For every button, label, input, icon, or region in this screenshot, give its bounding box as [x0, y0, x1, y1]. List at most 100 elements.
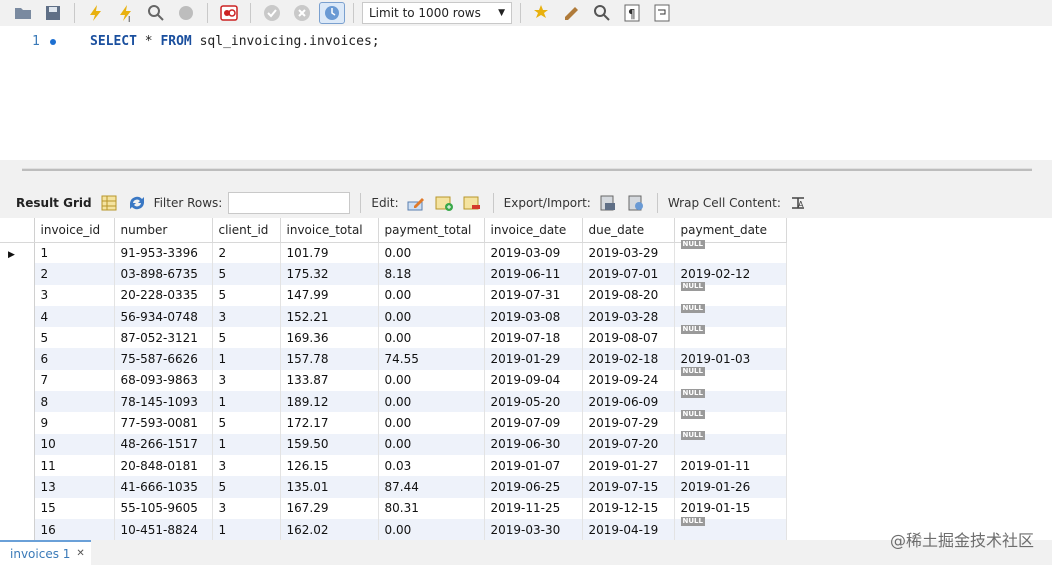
cell-payment_total[interactable]: 0.00: [378, 327, 485, 349]
cell-invoice_total[interactable]: 162.02: [280, 518, 379, 540]
row-header[interactable]: [0, 497, 35, 519]
cell-invoice_date[interactable]: 2019-01-29: [484, 348, 583, 370]
cell-due_date[interactable]: 2019-02-18: [582, 348, 675, 370]
cell-invoice_date[interactable]: 2019-09-04: [484, 369, 583, 392]
export-icon[interactable]: [597, 193, 619, 213]
cell-invoice_id[interactable]: 6: [34, 348, 115, 370]
cell-invoice_total[interactable]: 135.01: [280, 476, 379, 498]
grid-view-icon[interactable]: [98, 193, 120, 213]
cell-due_date[interactable]: 2019-07-29: [582, 412, 675, 434]
cell-payment_total[interactable]: 0.00: [378, 242, 485, 264]
cell-payment_total[interactable]: 0.00: [378, 284, 485, 306]
column-header-payment_date[interactable]: payment_date: [674, 218, 787, 243]
row-header[interactable]: [0, 476, 35, 498]
cell-invoice_total[interactable]: 147.99: [280, 284, 379, 306]
cell-invoice_date[interactable]: 2019-06-25: [484, 476, 583, 498]
table-row[interactable]: 3 20-228-0335 5 147.99 0.00 2019-07-31 2019-08…: [0, 282, 787, 306]
cell-client_id[interactable]: 5: [212, 412, 281, 434]
cell-number[interactable]: 56-934-0748: [114, 305, 213, 328]
row-header[interactable]: ▶: [0, 242, 35, 264]
cell-invoice_total[interactable]: 152.21: [280, 305, 379, 328]
cell-invoice_date[interactable]: 2019-07-18: [484, 327, 583, 349]
cell-due_date[interactable]: 2019-01-27: [582, 454, 675, 477]
cell-invoice_id[interactable]: 15: [34, 497, 115, 519]
filter-rows-input[interactable]: [228, 192, 351, 214]
cell-payment_total[interactable]: 0.00: [378, 305, 485, 328]
cell-due_date[interactable]: 2019-06-09: [582, 391, 675, 413]
cell-invoice_date[interactable]: 2019-06-30: [484, 433, 583, 455]
cell-number[interactable]: 78-145-1093: [114, 391, 213, 413]
column-header-invoice_total[interactable]: invoice_total: [280, 218, 379, 243]
splitter-bar[interactable]: [22, 168, 1032, 171]
table-row[interactable]: 9 77-593-0081 5 172.17 0.00 2019-07-09 2019-07…: [0, 410, 787, 434]
cell-payment_total[interactable]: 8.18: [378, 263, 485, 285]
cell-payment_total[interactable]: 0.03: [378, 454, 485, 477]
table-row[interactable]: 4 56-934-0748 3 152.21 0.00 2019-03-08 2019-03…: [0, 303, 787, 328]
cell-payment_total[interactable]: 0.00: [378, 518, 485, 540]
cell-invoice_date[interactable]: 2019-01-07: [484, 454, 583, 477]
row-header[interactable]: [0, 454, 35, 477]
cell-payment_total[interactable]: 0.00: [378, 391, 485, 413]
column-header-payment_total[interactable]: payment_total: [378, 218, 485, 243]
delete-row-icon[interactable]: [461, 193, 483, 213]
commit-icon[interactable]: [259, 2, 285, 24]
autocommit-icon[interactable]: [319, 2, 345, 24]
row-header[interactable]: [0, 369, 35, 392]
cell-due_date[interactable]: 2019-03-29: [582, 242, 675, 264]
sql-editor[interactable]: 1 SELECT * FROM sql_invoicing.invoices;: [0, 26, 1052, 160]
cell-invoice_total[interactable]: 172.17: [280, 412, 379, 434]
result-grid-label[interactable]: Result Grid: [16, 196, 92, 210]
cell-invoice_id[interactable]: 7: [34, 369, 115, 392]
cell-payment_date[interactable]: NULL: [674, 324, 787, 349]
cell-invoice_total[interactable]: 157.78: [280, 348, 379, 370]
cell-number[interactable]: 41-666-1035: [114, 476, 213, 498]
table-row[interactable]: 5 87-052-3121 5 169.36 0.00 2019-07-18 2019-08…: [0, 324, 787, 349]
cell-client_id[interactable]: 3: [212, 369, 281, 392]
cell-payment_total[interactable]: 74.55: [378, 348, 485, 370]
cell-invoice_id[interactable]: 2: [34, 263, 115, 285]
cell-client_id[interactable]: 2: [212, 242, 281, 264]
open-folder-icon[interactable]: [10, 2, 36, 24]
cell-number[interactable]: 48-266-1517: [114, 433, 213, 455]
cell-invoice_total[interactable]: 133.87: [280, 369, 379, 392]
row-header[interactable]: [0, 391, 35, 413]
cell-payment_total[interactable]: 0.00: [378, 369, 485, 392]
table-row[interactable]: 16 10-451-8824 1 162.02 0.00 2019-03-30 2019-0…: [0, 516, 787, 540]
wrap-icon[interactable]: [649, 2, 675, 24]
wrap-cell-icon[interactable]: A: [787, 193, 809, 213]
cell-due_date[interactable]: 2019-08-07: [582, 327, 675, 349]
cell-invoice_id[interactable]: 5: [34, 327, 115, 349]
close-icon[interactable]: ✕: [76, 548, 84, 559]
row-header[interactable]: [0, 412, 35, 434]
cell-number[interactable]: 68-093-9863: [114, 369, 213, 392]
cell-invoice_date[interactable]: 2019-03-09: [484, 242, 583, 264]
row-header[interactable]: [0, 327, 35, 349]
cell-payment_date[interactable]: 2019-01-26: [674, 476, 787, 498]
cell-due_date[interactable]: 2019-08-20: [582, 284, 675, 306]
cell-invoice_date[interactable]: 2019-05-20: [484, 391, 583, 413]
cell-due_date[interactable]: 2019-07-01: [582, 263, 675, 285]
row-header[interactable]: [0, 263, 35, 285]
cell-invoice_id[interactable]: 8: [34, 391, 115, 413]
cell-client_id[interactable]: 5: [212, 327, 281, 349]
invisible-chars-icon[interactable]: ¶: [619, 2, 645, 24]
table-row[interactable]: 15 55-105-9605 3 167.29 80.31 2019-11-25 2019-…: [0, 497, 787, 519]
rollback-icon[interactable]: [289, 2, 315, 24]
cell-payment_total[interactable]: 87.44: [378, 476, 485, 498]
cell-number[interactable]: 75-587-6626: [114, 348, 213, 370]
table-row[interactable]: 11 20-848-0181 3 126.15 0.03 2019-01-07 2019-0…: [0, 454, 787, 477]
cell-invoice_total[interactable]: 189.12: [280, 391, 379, 413]
cell-invoice_date[interactable]: 2019-03-08: [484, 305, 583, 328]
stop-icon[interactable]: [173, 2, 199, 24]
cell-invoice_total[interactable]: 175.32: [280, 263, 379, 285]
tab-invoices-1[interactable]: invoices 1 ✕: [0, 540, 91, 565]
column-header-invoice_id[interactable]: invoice_id: [34, 218, 115, 243]
result-grid[interactable]: invoice_id number client_id invoice_total pa…: [0, 218, 1052, 540]
cell-invoice_date[interactable]: 2019-07-31: [484, 284, 583, 306]
cell-invoice_total[interactable]: 159.50: [280, 433, 379, 455]
table-row[interactable]: 7 68-093-9863 3 133.87 0.00 2019-09-04 2019-09…: [0, 367, 787, 392]
beautify-icon[interactable]: [559, 2, 585, 24]
cell-payment_date[interactable]: NULL: [674, 516, 787, 540]
cell-invoice_id[interactable]: 3: [34, 284, 115, 306]
cell-invoice_id[interactable]: 9: [34, 412, 115, 434]
